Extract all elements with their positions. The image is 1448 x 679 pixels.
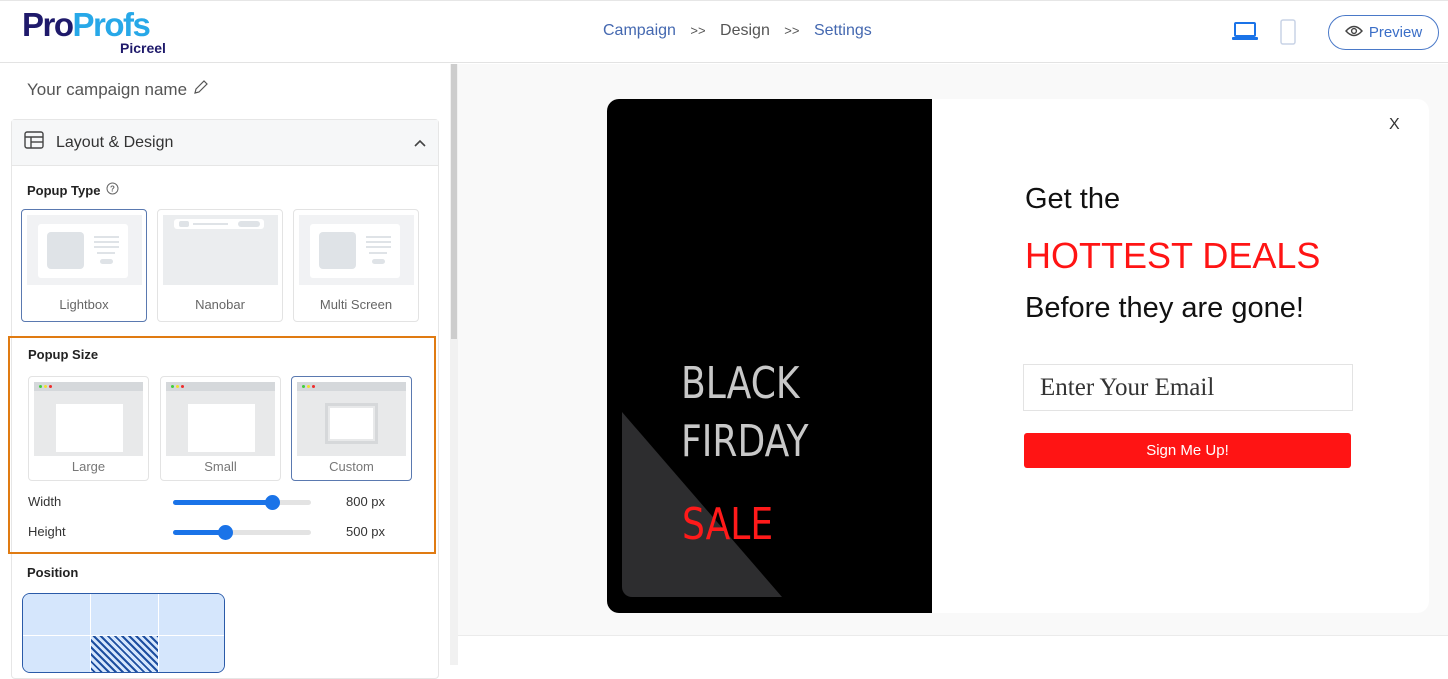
help-icon[interactable]: ? [106, 182, 119, 198]
preview-button[interactable]: Preview [1328, 15, 1439, 50]
width-label: Width [28, 494, 62, 509]
nanobar-label: Nanobar [195, 297, 245, 312]
campaign-name-text: Your campaign name [27, 79, 188, 99]
position-label: Position [27, 565, 79, 580]
chevron-up-icon[interactable] [414, 134, 426, 152]
panel-title: Layout & Design [56, 133, 174, 151]
width-value: 800 px [346, 494, 386, 509]
svg-text:?: ? [110, 185, 115, 194]
popup-black-friday-text: BLACK FIRDAY [681, 355, 809, 471]
popup-size-custom[interactable]: Custom [291, 376, 412, 481]
proprofs-logo[interactable]: ProProfs Picreel [22, 6, 166, 56]
preview-label: Preview [1368, 24, 1423, 41]
panel-header[interactable]: Layout & Design [12, 120, 438, 166]
lightbox-label: Lightbox [59, 297, 109, 312]
popup-type-multi-screen[interactable]: Multi Screen [293, 209, 419, 322]
popup-image-panel: BLACK FIRDAY SALE [607, 99, 932, 613]
layout-icon [24, 131, 44, 154]
popup-line-firday: FIRDAY [681, 416, 809, 467]
popup-heading-2: HOTTEST DEALS [1025, 235, 1321, 276]
popup-type-lightbox[interactable]: Lightbox [21, 209, 147, 322]
breadcrumb-separator: >> [690, 23, 706, 38]
logo-subtitle: Picreel [120, 40, 166, 56]
canvas-footer [458, 637, 1448, 665]
custom-label: Custom [329, 459, 374, 474]
laptop-icon[interactable] [1232, 21, 1258, 46]
mobile-icon[interactable] [1280, 19, 1296, 50]
breadcrumb-separator: >> [784, 23, 800, 38]
position-middle-left[interactable] [23, 635, 91, 672]
breadcrumb-design[interactable]: Design [720, 22, 770, 39]
large-illustration [34, 382, 143, 456]
height-slider[interactable] [173, 525, 311, 540]
popup-type-nanobar[interactable]: Nanobar [157, 209, 283, 322]
position-top-right[interactable] [158, 594, 224, 636]
popup-sale-text: SALE [682, 499, 774, 550]
position-middle-right[interactable] [158, 635, 224, 672]
small-label: Small [204, 459, 237, 474]
popup-size-section: Popup Size Large Small Custom Width 800 … [8, 336, 436, 554]
position-grid [22, 593, 225, 673]
custom-illustration [297, 382, 406, 456]
sign-up-button[interactable]: Sign Me Up! [1024, 433, 1351, 468]
large-label: Large [71, 459, 106, 474]
breadcrumb-campaign[interactable]: Campaign [603, 22, 676, 39]
width-slider[interactable] [173, 495, 311, 510]
width-slider-row: Width 800 px [28, 492, 428, 512]
popup-type-text: Popup Type [27, 182, 101, 198]
logo-text-pro: Pro [22, 6, 74, 43]
email-input[interactable]: Enter Your Email [1023, 364, 1353, 411]
popup-preview[interactable]: BLACK FIRDAY SALE X Get the HOTTEST DEAL… [607, 99, 1429, 613]
sidebar-scrollbar[interactable] [450, 64, 458, 665]
height-label: Height [28, 524, 66, 539]
eye-icon [1344, 24, 1363, 41]
position-top-center[interactable] [90, 594, 159, 636]
popup-heading-3: Before they are gone! [1025, 292, 1304, 324]
breadcrumb-settings[interactable]: Settings [814, 22, 872, 39]
small-illustration [166, 382, 275, 456]
popup-size-large[interactable]: Large [28, 376, 149, 481]
breadcrumb: Campaign >> Design >> Settings [603, 22, 882, 40]
height-slider-handle[interactable] [218, 525, 234, 540]
pencil-icon[interactable] [193, 79, 209, 100]
popup-close-button[interactable]: X [1389, 116, 1400, 134]
popup-size-label: Popup Size [28, 347, 99, 362]
lightbox-illustration [27, 215, 142, 285]
nanobar-illustration [163, 215, 278, 285]
position-top-left[interactable] [23, 594, 91, 636]
logo-text-profs: Profs [72, 6, 151, 43]
popup-heading-1: Get the [1025, 183, 1121, 215]
position-middle-center[interactable] [90, 635, 159, 672]
popup-line-black: BLACK [681, 358, 800, 409]
width-slider-handle[interactable] [265, 495, 281, 510]
height-value: 500 px [346, 524, 386, 539]
sidebar: Your campaign name Layout & Design Popup… [0, 64, 450, 679]
height-slider-row: Height 500 px [28, 522, 428, 542]
campaign-name[interactable]: Your campaign name [27, 79, 209, 100]
top-bar: ProProfs Picreel Campaign >> Design >> S… [0, 0, 1448, 63]
scrollbar-thumb[interactable] [451, 64, 457, 339]
preview-canvas: BLACK FIRDAY SALE X Get the HOTTEST DEAL… [458, 64, 1448, 636]
popup-size-small[interactable]: Small [160, 376, 281, 481]
multi-screen-label: Multi Screen [319, 297, 393, 312]
multi-screen-illustration [299, 215, 414, 285]
popup-type-label: Popup Type ? [27, 182, 119, 198]
